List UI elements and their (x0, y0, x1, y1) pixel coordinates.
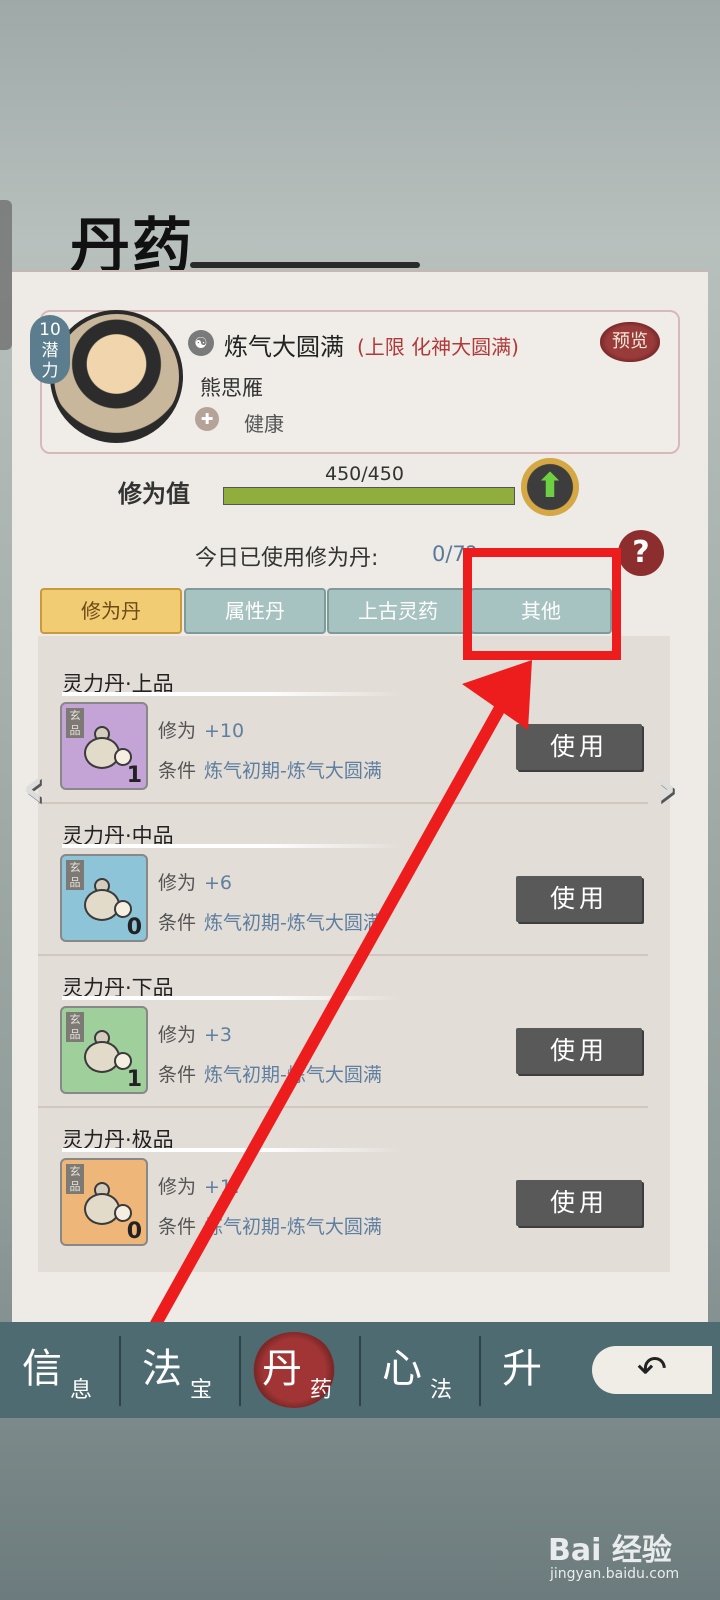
nav-info-big: 信 (22, 1346, 62, 1392)
nav-upgrade[interactable]: 升 (480, 1330, 598, 1410)
nav-technique[interactable]: 心法 (360, 1330, 478, 1410)
nav-info[interactable]: 信息 (0, 1330, 118, 1410)
nav-treasure[interactable]: 法宝 (120, 1330, 238, 1410)
watermark-logo: Bai 经验 (548, 1533, 672, 1568)
nav-pill-big: 丹 (262, 1346, 302, 1392)
nav-technique-big: 心 (382, 1346, 422, 1392)
arrow-shaft (142, 684, 516, 1344)
watermark-url: jingyan.baidu.com (550, 1566, 680, 1582)
nav-technique-small: 法 (430, 1378, 453, 1403)
nav-treasure-big: 法 (142, 1346, 182, 1392)
nav-pill[interactable]: 丹药 (240, 1330, 358, 1410)
nav-upgrade-big: 升 (502, 1346, 542, 1392)
nav-treasure-small: 宝 (190, 1378, 213, 1403)
nav-info-small: 息 (70, 1378, 93, 1403)
back-arrow-icon: ↶ (636, 1349, 668, 1390)
back-button[interactable]: ↶ (592, 1346, 712, 1394)
nav-pill-small: 药 (310, 1378, 333, 1403)
